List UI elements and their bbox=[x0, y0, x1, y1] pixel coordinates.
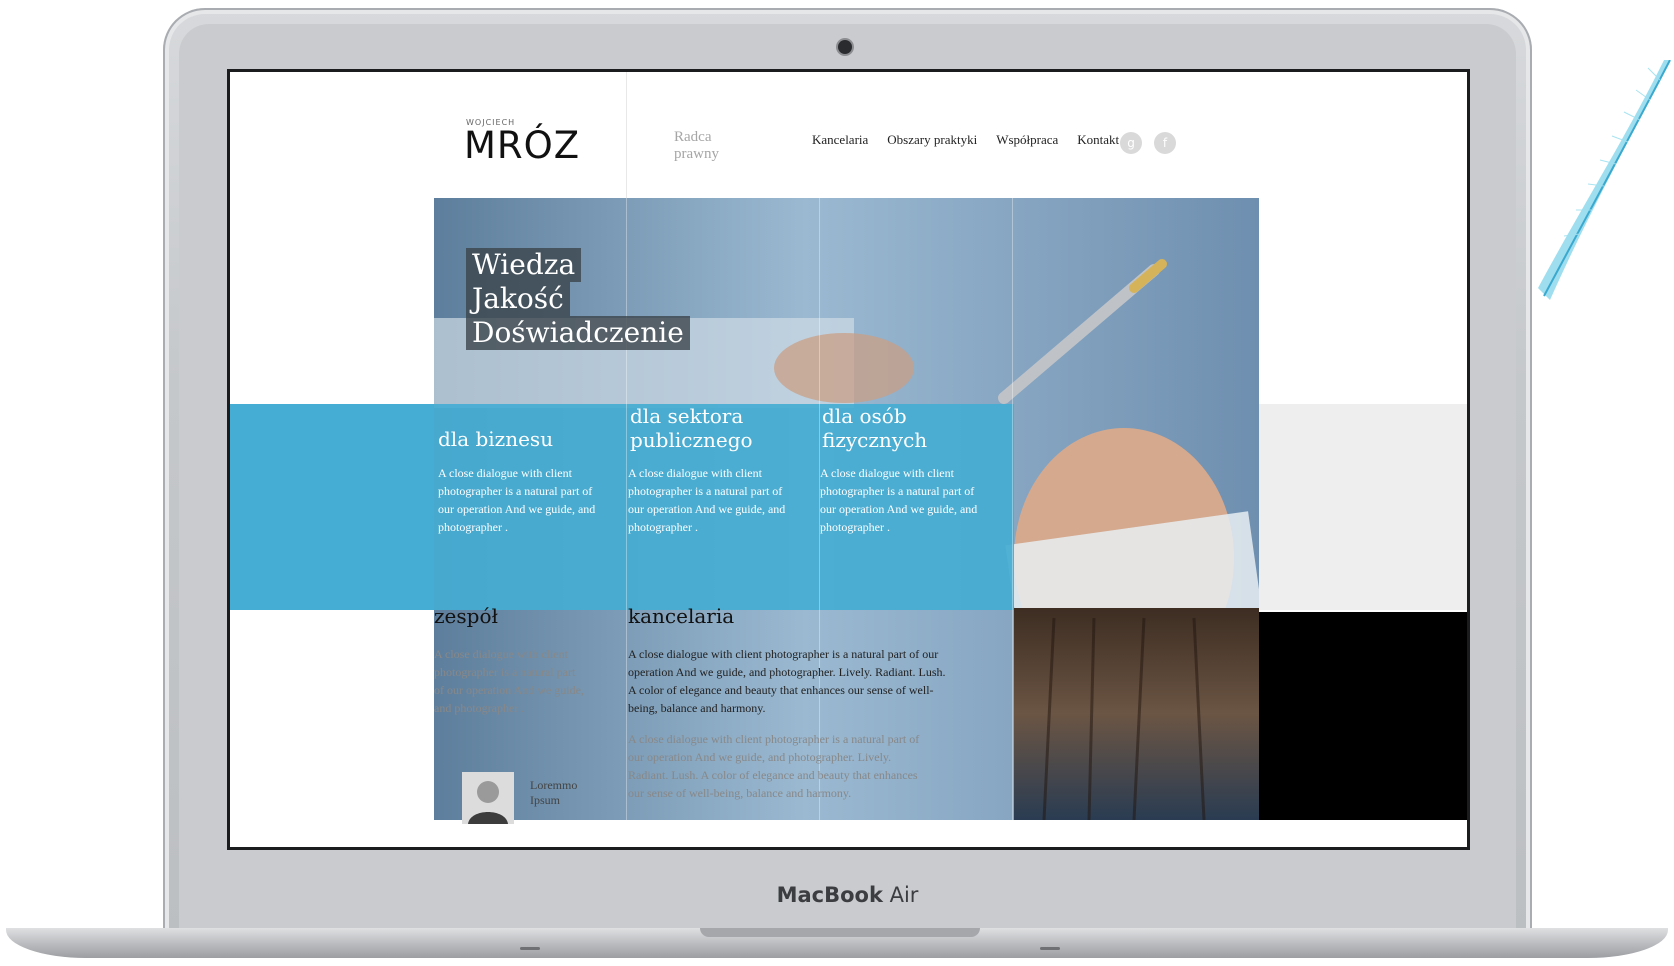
laptop-foot bbox=[520, 947, 540, 950]
avatar[interactable] bbox=[462, 772, 514, 824]
card-text: A close dialogue with client photographe… bbox=[820, 466, 978, 534]
section-title-zespol: zespół bbox=[434, 604, 498, 628]
laptop-brand: MacBook bbox=[776, 883, 883, 907]
laptop-foot bbox=[1040, 947, 1060, 950]
accent-panel-left bbox=[230, 404, 434, 610]
section-title-kancelaria: kancelaria bbox=[628, 604, 735, 628]
team-member-name[interactable]: Loremmo Ipsum bbox=[530, 778, 590, 808]
laptop-screen: WOJCIECH MRÓZ Radca prawny Kancelaria Ob… bbox=[230, 72, 1467, 847]
office-lead-text: A close dialogue with client photographe… bbox=[628, 647, 946, 715]
hero-line: Doświadczenie bbox=[466, 316, 690, 350]
nav-item-obszary-praktyki[interactable]: Obszary praktyki bbox=[887, 132, 977, 148]
card-title-sektor-publiczny[interactable]: dla sektora publicznego bbox=[630, 404, 780, 452]
feather-decoration bbox=[1538, 60, 1671, 300]
card-text: A close dialogue with client photographe… bbox=[438, 466, 596, 534]
video-panel[interactable] bbox=[1259, 612, 1467, 820]
logo[interactable]: MRÓZ bbox=[464, 124, 580, 167]
facebook-icon[interactable]: f bbox=[1154, 132, 1176, 154]
laptop-notch bbox=[700, 928, 980, 937]
main-nav: Kancelaria Obszary praktyki Współpraca K… bbox=[812, 132, 1119, 148]
grey-panel-right bbox=[1259, 404, 1467, 610]
card-title-biznes[interactable]: dla biznesu bbox=[438, 427, 608, 451]
hero-headline: Wiedza Jakość Doświadczenie bbox=[466, 248, 690, 350]
grid-line bbox=[626, 72, 627, 198]
office-text: A close dialogue with client photographe… bbox=[628, 732, 920, 800]
nav-item-kontakt[interactable]: Kontakt bbox=[1077, 132, 1119, 148]
website: WOJCIECH MRÓZ Radca prawny Kancelaria Ob… bbox=[230, 72, 1467, 847]
camera-icon bbox=[838, 40, 852, 54]
hero-line: Wiedza bbox=[466, 248, 582, 282]
laptop-model-label: MacBook Air bbox=[163, 883, 1532, 907]
card-title-osoby-fizyczne[interactable]: dla osób fizycznych bbox=[822, 404, 942, 452]
nav-item-kancelaria[interactable]: Kancelaria bbox=[812, 132, 868, 148]
card-text: A close dialogue with client photographe… bbox=[628, 466, 786, 534]
google-plus-icon[interactable]: g bbox=[1120, 132, 1142, 154]
hero-line: Jakość bbox=[466, 282, 570, 316]
grid-line bbox=[1012, 198, 1013, 820]
nav-item-wspolpraca[interactable]: Współpraca bbox=[996, 132, 1058, 148]
tagline: Radca prawny bbox=[674, 129, 719, 162]
team-text: A close dialogue with client photographe… bbox=[434, 647, 584, 715]
laptop-model-name: Air bbox=[889, 883, 919, 907]
person-photo bbox=[462, 772, 514, 824]
